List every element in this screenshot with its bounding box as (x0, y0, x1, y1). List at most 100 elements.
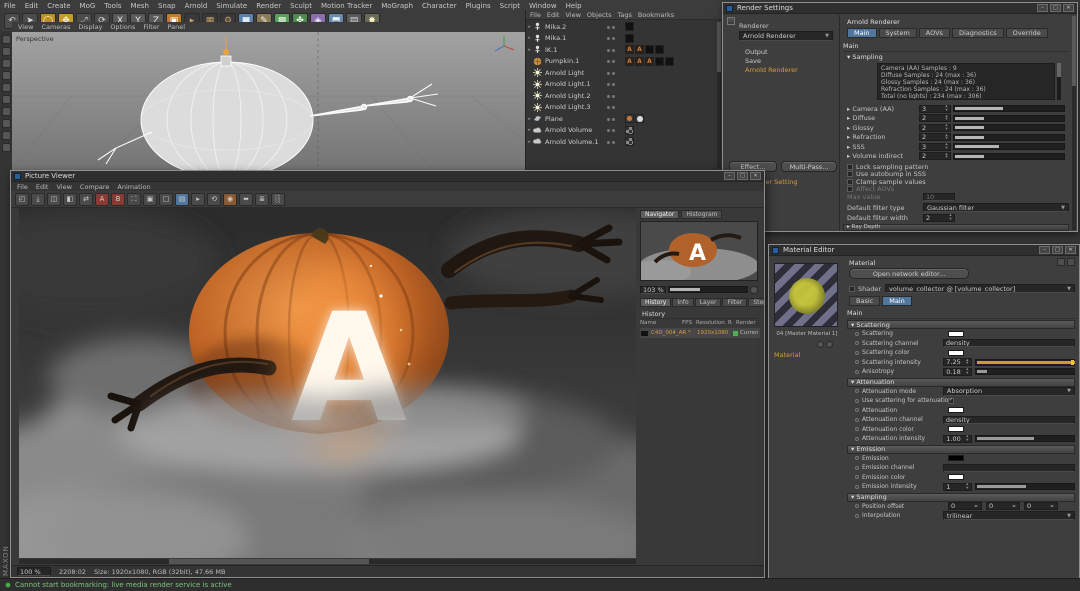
viewport-menu-filter[interactable]: Filter (143, 23, 159, 31)
viewport-solo-icon[interactable] (1, 131, 11, 140)
mode-points-icon[interactable] (1, 59, 11, 68)
slider-handle[interactable] (1071, 359, 1074, 365)
value-spinner[interactable]: 1.00 ▴ ▾ (943, 435, 972, 443)
viewport-canvas[interactable]: Perspective (12, 32, 525, 170)
object-row-arnold-light-1[interactable]: Arnold Light.1 (526, 79, 716, 90)
rs-tree-item-output[interactable]: Output (745, 47, 837, 56)
loop-icon[interactable]: ⟲ (207, 192, 221, 206)
param-spinner[interactable]: 3 ▴ ▾ (919, 105, 951, 113)
visibility-dots[interactable] (607, 25, 625, 29)
param-slider[interactable] (953, 133, 1065, 141)
spinner-arrows[interactable]: ◂▸ (971, 502, 981, 510)
param-toggle-circle[interactable] (855, 350, 859, 355)
color-swatch[interactable] (948, 455, 964, 462)
om-menu-tags[interactable]: Tags (617, 11, 631, 19)
param-slider[interactable] (953, 143, 1065, 151)
phong-tag-icon[interactable] (625, 114, 634, 123)
expand-caret[interactable]: ▸ (526, 47, 533, 53)
editor-visibility-dot[interactable] (607, 60, 610, 63)
param-slider[interactable] (953, 124, 1065, 132)
param-toggle-circle[interactable] (855, 427, 859, 432)
statusbar-zoom-dropdown[interactable]: 100 % (17, 567, 51, 576)
param-spinner[interactable]: 2 ▴ ▾ (919, 124, 951, 132)
spinner-arrows[interactable]: ▴ ▾ (943, 133, 950, 141)
fullscreen-icon[interactable]: ⛶ (127, 192, 141, 206)
spinner-arrows[interactable]: ▴ ▾ (943, 114, 950, 122)
param-slider[interactable] (953, 114, 1065, 122)
rs-tree-item-arnold-renderer[interactable]: Arnold Renderer (745, 65, 837, 74)
color-swatch[interactable] (948, 330, 964, 337)
spinner-arrows[interactable]: ◂▸ (1009, 502, 1019, 510)
param-toggle-circle[interactable] (855, 513, 859, 518)
editor-visibility-dot[interactable] (607, 48, 610, 52)
expand-caret[interactable]: ▸ (526, 139, 533, 145)
object-row-pumpkin-1[interactable]: Pumpkin.1 A A A (526, 56, 716, 67)
pv-menu-file[interactable]: File (17, 183, 28, 191)
histogram-icon[interactable]: ░ (271, 192, 285, 206)
checkbox[interactable] (847, 186, 853, 193)
param-spinner[interactable]: 2 ▴ ▾ (919, 114, 951, 123)
spinner-arrows[interactable]: ▴ ▾ (943, 124, 950, 132)
spinner-arrows[interactable]: ▴ ▾ (964, 358, 971, 366)
play-icon[interactable]: ▸ (191, 192, 205, 206)
checkbox[interactable]: ✓ (948, 397, 954, 404)
value-spinner[interactable]: 1 ▴ ▾ (943, 483, 972, 491)
volume-tag-icon[interactable] (625, 137, 634, 146)
object-row-ik-1[interactable]: ▸ IK.1 A A (526, 44, 716, 55)
menu-tools[interactable]: Tools (104, 2, 121, 10)
pv-tab-navigator[interactable]: Navigator (640, 210, 680, 219)
arnold-tag-icon[interactable]: A (625, 45, 634, 54)
max-value-field[interactable]: 10 (923, 193, 955, 201)
group-header-emission[interactable]: ▾ Emission (847, 444, 1075, 454)
close-button[interactable]: ✕ (750, 172, 761, 180)
material-preview[interactable] (774, 263, 838, 327)
expand-caret[interactable]: ▸ (526, 127, 533, 133)
rendered-image[interactable]: A A (11, 208, 719, 577)
zoom-slider[interactable] (668, 286, 748, 293)
render-visibility-dot[interactable] (612, 37, 615, 40)
open-icon[interactable]: ◰ (15, 192, 29, 206)
rs-tab-system[interactable]: System (878, 28, 917, 38)
preview-options-icon[interactable] (826, 341, 833, 348)
render-visibility-dot[interactable] (612, 48, 615, 52)
maximize-button[interactable]: □ (1052, 246, 1063, 254)
render-visibility-dot[interactable] (612, 94, 615, 98)
spinner-arrows[interactable]: ◂▸ (1047, 502, 1057, 510)
spinner-arrows[interactable]: ▴ ▾ (964, 483, 971, 491)
visibility-dots[interactable] (607, 59, 625, 63)
visibility-dots[interactable] (607, 82, 625, 86)
minimize-button[interactable]: – (1037, 4, 1048, 12)
enable-axis-icon[interactable] (1, 95, 11, 104)
set-b-icon[interactable]: B (111, 192, 125, 206)
om-menu-bookmarks[interactable]: Bookmarks (638, 11, 674, 19)
navigator-icon[interactable]: ▤ (175, 192, 189, 206)
compare-ab-icon[interactable]: ◧ (63, 192, 77, 206)
close-button[interactable]: ✕ (1065, 246, 1076, 254)
layer-icon[interactable]: ≣ (255, 192, 269, 206)
pv-menu-view[interactable]: View (56, 183, 71, 191)
workplane-icon[interactable] (1, 107, 11, 116)
object-manager-scrollbar[interactable] (717, 22, 721, 168)
material-tag-icon[interactable] (645, 45, 654, 54)
renderer-dropdown[interactable]: Arnold Renderer ▼ (739, 31, 833, 41)
pv-tab-history[interactable]: History (640, 298, 672, 307)
menu-create[interactable]: Create (47, 2, 70, 10)
text-field[interactable] (942, 463, 1075, 472)
menu-character[interactable]: Character (422, 2, 457, 10)
me-tab-main[interactable]: Main (882, 296, 912, 306)
collapsed-section-ray-depth[interactable]: ▸ Ray Depth (843, 224, 1069, 231)
param-toggle-circle[interactable] (855, 369, 859, 374)
picture-viewer-titlebar[interactable]: Picture Viewer – □ ✕ (11, 171, 764, 182)
object-row-mika-2[interactable]: ▸ Mika.2 (526, 21, 716, 32)
close-button[interactable]: ✕ (1063, 4, 1074, 12)
menu-sculpt[interactable]: Sculpt (290, 2, 312, 10)
group-header-attenuation[interactable]: ▾ Attenuation (847, 377, 1075, 387)
sampling-section-header[interactable]: ▾ Sampling (847, 53, 883, 61)
param-slider[interactable] (953, 105, 1065, 113)
menu-window[interactable]: Window (529, 2, 557, 10)
param-toggle-circle[interactable] (855, 398, 859, 403)
param-spinner[interactable]: 2 ▴ ▾ (919, 152, 951, 161)
arnold-tag-icon[interactable]: A (635, 45, 644, 54)
expand-caret[interactable]: ▸ (526, 35, 533, 41)
image-horizontal-scrollbar[interactable] (19, 559, 636, 564)
